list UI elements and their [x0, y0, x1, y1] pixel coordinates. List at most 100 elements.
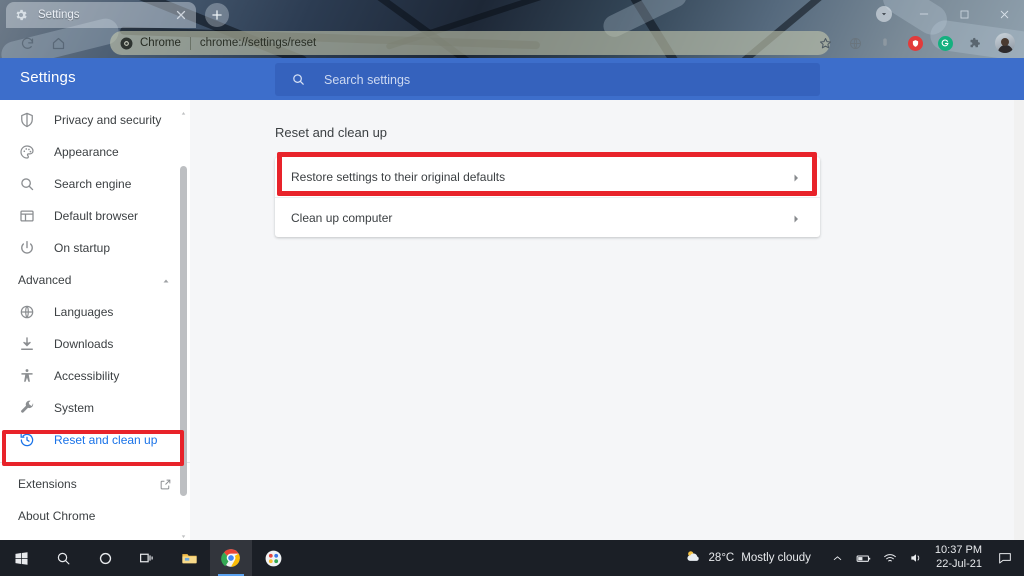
- navigation-buttons: [20, 28, 66, 58]
- cortana-button[interactable]: [84, 540, 126, 576]
- content-scrollbar[interactable]: [1014, 100, 1024, 540]
- extensions-puzzle-icon[interactable]: [962, 30, 988, 56]
- chrome-icon: [120, 37, 133, 50]
- speaker-icon[interactable]: [903, 540, 929, 576]
- maximize-button[interactable]: [944, 0, 984, 28]
- download-icon: [18, 335, 36, 353]
- row-restore-settings[interactable]: Restore settings to their original defau…: [275, 157, 820, 197]
- app-button[interactable]: [252, 540, 294, 576]
- row-label: Clean up computer: [291, 211, 790, 225]
- system-tray: 28°C Mostly cloudy: [684, 540, 1024, 576]
- sidebar-item-label: Default browser: [54, 209, 138, 223]
- chevron-right-icon: [790, 171, 802, 183]
- main-content: Reset and clean up Restore settings to t…: [190, 100, 1024, 540]
- search-input[interactable]: Search settings: [275, 63, 820, 96]
- sidebar-item-system[interactable]: System: [0, 392, 190, 424]
- sidebar-item-default-browser[interactable]: Default browser: [0, 200, 190, 232]
- sidebar-item-downloads[interactable]: Downloads: [0, 328, 190, 360]
- tab-settings[interactable]: Settings: [6, 2, 196, 28]
- browser-toolbar: Chrome chrome://settings/reset: [0, 28, 1024, 58]
- sidebar-item-extensions[interactable]: Extensions: [0, 468, 190, 500]
- external-link-icon: [159, 478, 172, 491]
- sidebar-item-label: Appearance: [54, 145, 119, 159]
- sidebar-item-languages[interactable]: Languages: [0, 296, 190, 328]
- new-tab-button[interactable]: [205, 3, 229, 27]
- battery-icon[interactable]: [851, 540, 877, 576]
- clock-time: 10:37 PM: [935, 544, 982, 558]
- sidebar-section-label: Advanced: [18, 273, 71, 287]
- page-title: Settings: [20, 69, 76, 86]
- screen: Settings: [0, 0, 1024, 576]
- sidebar-item-about-chrome[interactable]: About Chrome: [0, 500, 190, 532]
- star-icon[interactable]: [812, 30, 838, 56]
- scrollbar-thumb[interactable]: [180, 166, 187, 496]
- history-restore-icon: [18, 431, 36, 449]
- sidebar-item-on-startup[interactable]: On startup: [0, 232, 190, 264]
- task-view-button[interactable]: [126, 540, 168, 576]
- sidebar-item-appearance[interactable]: Appearance: [0, 136, 190, 168]
- globe-icon: [18, 303, 36, 321]
- windows-taskbar: 28°C Mostly cloudy: [0, 540, 1024, 576]
- weather-temperature: 28°C: [709, 552, 735, 564]
- scroll-up-arrow[interactable]: [180, 104, 187, 111]
- sidebar-item-label: Privacy and security: [54, 113, 161, 127]
- search-button[interactable]: [42, 540, 84, 576]
- omnibox-url: chrome://settings/reset: [200, 37, 316, 49]
- sidebar-item-accessibility[interactable]: Accessibility: [0, 360, 190, 392]
- sidebar-item-label: Downloads: [54, 337, 113, 351]
- omnibox-site-label: Chrome: [140, 37, 181, 49]
- search-icon: [18, 175, 36, 193]
- show-hidden-icons-button[interactable]: [825, 540, 851, 576]
- address-bar[interactable]: Chrome chrome://settings/reset: [110, 31, 830, 55]
- sidebar-item-search-engine[interactable]: Search engine: [0, 168, 190, 200]
- profile-avatar[interactable]: [992, 30, 1018, 56]
- cast-icon[interactable]: [872, 30, 898, 56]
- accessibility-icon: [18, 367, 36, 385]
- toolbar-actions: [812, 28, 1018, 58]
- sidebar-scrollbar[interactable]: [180, 104, 187, 534]
- sidebar-item-label: System: [54, 401, 94, 415]
- sidebar-divider: [0, 462, 190, 463]
- chevron-right-icon: [790, 212, 802, 224]
- sidebar-item-reset-and-clean-up[interactable]: Reset and clean up: [0, 424, 190, 456]
- close-button[interactable]: [984, 0, 1024, 28]
- sidebar-item-privacy-and-security[interactable]: Privacy and security: [0, 104, 190, 136]
- row-label: Restore settings to their original defau…: [291, 170, 790, 184]
- shield-badge-icon[interactable]: [902, 30, 928, 56]
- start-button[interactable]: [0, 540, 42, 576]
- avatar: [876, 6, 892, 22]
- row-clean-up-computer[interactable]: Clean up computer: [275, 197, 820, 237]
- window-controls: [864, 0, 1024, 28]
- scroll-down-arrow[interactable]: [180, 527, 187, 534]
- reset-options-card: Restore settings to their original defau…: [275, 157, 820, 237]
- wifi-icon[interactable]: [877, 540, 903, 576]
- shield-icon: [18, 111, 36, 129]
- globe-icon[interactable]: [842, 30, 868, 56]
- palette-icon: [18, 143, 36, 161]
- sidebar-item-label: Search engine: [54, 177, 131, 191]
- clock-date: 22-Jul-21: [936, 558, 982, 572]
- reload-icon[interactable]: [20, 36, 35, 51]
- weather-widget[interactable]: 28°C Mostly cloudy: [684, 547, 811, 570]
- gear-icon: [14, 8, 28, 22]
- section-heading: Reset and clean up: [275, 125, 387, 140]
- action-center-icon[interactable]: [992, 540, 1018, 576]
- chrome-button[interactable]: [210, 540, 252, 576]
- profile-chip[interactable]: [864, 0, 904, 28]
- minimize-button[interactable]: [904, 0, 944, 28]
- grammarly-icon[interactable]: [932, 30, 958, 56]
- home-icon[interactable]: [51, 36, 66, 51]
- weather-description: Mostly cloudy: [741, 552, 811, 564]
- sidebar: Privacy and security Appearance: [0, 100, 190, 540]
- tab-strip: Settings: [0, 0, 1024, 28]
- sidebar-item-label: About Chrome: [18, 509, 95, 523]
- sidebar-section-advanced[interactable]: Advanced: [0, 264, 190, 296]
- clock[interactable]: 10:37 PM 22-Jul-21: [929, 544, 992, 572]
- file-explorer-button[interactable]: [168, 540, 210, 576]
- sidebar-item-label: Accessibility: [54, 369, 119, 383]
- omnibox-separator: [190, 37, 191, 50]
- sidebar-item-label: On startup: [54, 241, 110, 255]
- browser-window-frame: Settings: [0, 0, 1024, 58]
- sidebar-item-label: Languages: [54, 305, 113, 319]
- close-icon[interactable]: [174, 8, 188, 22]
